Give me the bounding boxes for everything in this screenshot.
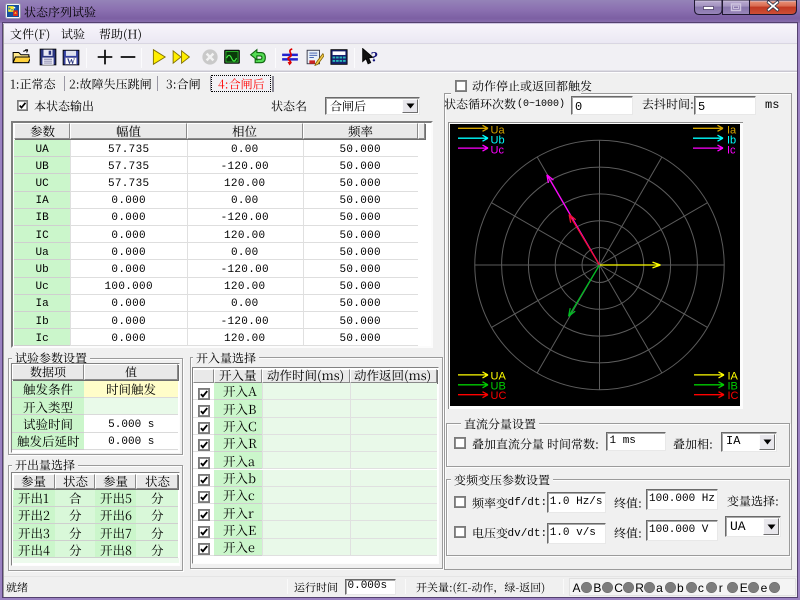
svg-text:W: W	[67, 56, 76, 66]
svg-text:Uc: Uc	[491, 144, 505, 156]
svg-text:Ic: Ic	[727, 144, 736, 156]
svg-text:IC: IC	[728, 390, 739, 402]
svg-text:UC: UC	[491, 390, 507, 402]
svg-text:?: ?	[371, 49, 379, 66]
